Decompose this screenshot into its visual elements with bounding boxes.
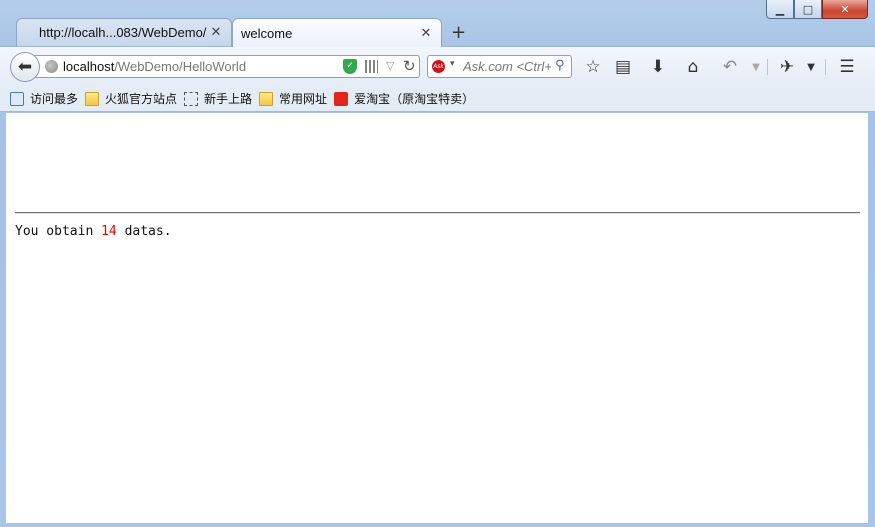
bookmark-taobao[interactable]: 爱淘宝（原淘宝特卖）: [334, 90, 474, 107]
bookmark-firefox-sites[interactable]: 火狐官方站点: [85, 90, 177, 107]
dropdown-icon[interactable]: ▽: [386, 59, 394, 72]
tab-title: welcome: [241, 25, 293, 41]
taobao-icon: [334, 91, 349, 106]
minimize-button[interactable]: ▁: [766, 0, 794, 19]
maximize-button[interactable]: □: [794, 0, 822, 19]
horizontal-rule: [15, 212, 860, 214]
undo-dropdown-icon[interactable]: ▼: [744, 55, 768, 79]
search-engine-dropdown-icon[interactable]: ▾: [450, 59, 455, 69]
bookmark-label: 新手上路: [204, 92, 253, 106]
menu-icon[interactable]: ☰: [835, 55, 859, 79]
tab-title: http://localh...083/WebDemo/: [39, 25, 207, 40]
close-window-button[interactable]: ✕: [822, 0, 868, 19]
page-content: You obtain 14 datas.: [6, 113, 868, 523]
globe-icon: [45, 60, 58, 73]
extension-dropdown-icon[interactable]: ▼: [799, 55, 823, 79]
toolbar-separator: [825, 59, 826, 75]
bookmark-getting-started[interactable]: 新手上路: [184, 90, 252, 107]
message-suffix: datas.: [116, 224, 172, 239]
undo-icon[interactable]: ↶: [718, 55, 742, 79]
search-box[interactable]: Ask ▾ Ask.com <Ctrl+K> ⚲: [427, 55, 572, 78]
search-icon[interactable]: ⚲: [555, 58, 565, 73]
reload-icon[interactable]: ↻: [403, 57, 416, 75]
tab-welcome[interactable]: welcome ✕: [232, 18, 442, 47]
bookmark-label: 爱淘宝（原淘宝特卖）: [354, 92, 475, 106]
tab-webdemo[interactable]: http://localh...083/WebDemo/ ✕: [16, 18, 232, 46]
bookmark-label: 常用网址: [279, 92, 328, 106]
bookmark-star-icon[interactable]: ☆: [581, 55, 605, 79]
bookmark-common-sites[interactable]: 常用网址: [259, 90, 327, 107]
qr-code-icon[interactable]: [365, 60, 378, 73]
address-bar[interactable]: localhost/WebDemo/HelloWorld ✓ ▽ ↻: [28, 55, 420, 78]
dashed-page-icon: [184, 91, 199, 106]
download-icon[interactable]: ⬇: [646, 55, 670, 79]
extension-icon[interactable]: ✈: [775, 55, 799, 79]
url-path: /WebDemo/HelloWorld: [114, 59, 247, 74]
url-text[interactable]: localhost/WebDemo/HelloWorld: [63, 59, 246, 74]
ask-logo-icon[interactable]: Ask: [432, 60, 445, 73]
toolbar-separator: [767, 59, 768, 75]
result-message: You obtain 14 datas.: [15, 224, 172, 239]
new-tab-button[interactable]: +: [451, 22, 466, 43]
folder-icon: [85, 91, 100, 106]
tab-close-icon[interactable]: ✕: [209, 25, 223, 40]
folder-icon: [259, 91, 274, 106]
bookmark-most-visited[interactable]: 访问最多: [10, 90, 78, 107]
data-count: 14: [101, 224, 117, 239]
browser-window: ▁ □ ✕ http://localh...083/WebDemo/ ✕ wel…: [0, 0, 875, 527]
navigation-toolbar: ⬅ localhost/WebDemo/HelloWorld ✓ ▽ ↻ Ask…: [0, 46, 875, 87]
search-input[interactable]: Ask.com <Ctrl+K>: [463, 59, 551, 74]
reader-icon[interactable]: ▤: [611, 55, 635, 79]
window-controls: ▁ □ ✕: [766, 0, 868, 19]
bookmark-label: 火狐官方站点: [105, 92, 178, 106]
bookmark-label: 访问最多: [30, 92, 79, 106]
most-visited-icon: [10, 91, 24, 106]
tab-close-icon[interactable]: ✕: [419, 26, 433, 41]
bookmarks-toolbar: 访问最多 火狐官方站点 新手上路 常用网址 爱淘宝（原淘宝特卖）: [0, 86, 875, 112]
home-icon[interactable]: ⌂: [681, 55, 705, 79]
tab-strip: http://localh...083/WebDemo/ ✕ welcome ✕…: [8, 16, 708, 47]
back-arrow-icon[interactable]: ⬅: [10, 52, 40, 82]
url-host: localhost: [63, 59, 115, 74]
shield-icon[interactable]: ✓: [343, 59, 357, 74]
message-prefix: You obtain: [15, 224, 102, 239]
